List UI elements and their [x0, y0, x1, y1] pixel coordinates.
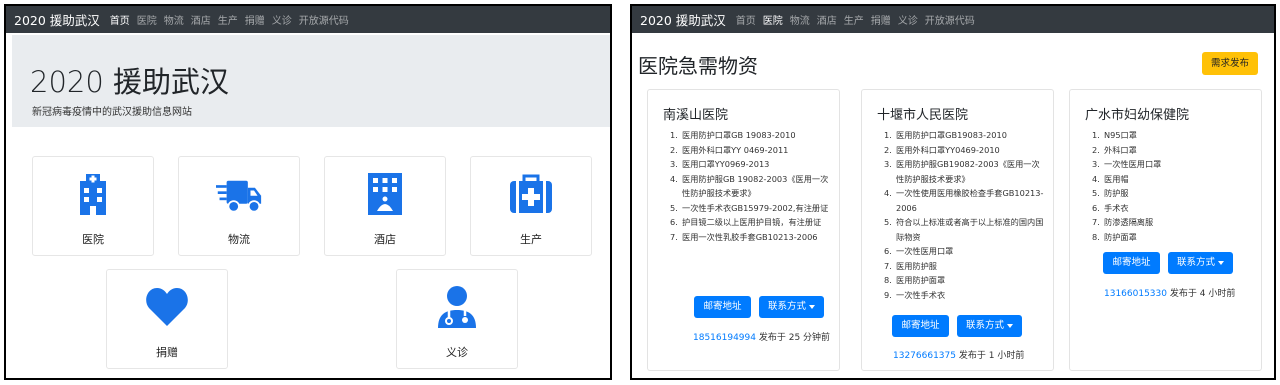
caret-down-icon: [809, 304, 815, 309]
contact-button-label: 联系方式: [767, 301, 806, 312]
category-card-hotel[interactable]: 酒店: [324, 156, 446, 256]
supply-item: 医用一次性乳胶手套GB10213-2006: [670, 230, 818, 244]
category-label: 医院: [82, 233, 104, 246]
supply-item: 医用防护面罩: [884, 273, 946, 287]
nav-production[interactable]: 生产: [844, 12, 864, 27]
supply-item: 一次性医用口罩: [1092, 157, 1162, 171]
hospital-name: 南溪山医院: [663, 108, 729, 123]
supply-item: 手术衣: [1092, 201, 1129, 215]
nav-hotel[interactable]: 酒店: [191, 12, 211, 27]
post-time: 发布于 25 分钟前: [758, 333, 831, 343]
mailing-address-button[interactable]: 邮寄地址: [694, 296, 751, 318]
supply-item: 护目镜二级以上医用护目镜，有注册证: [670, 215, 822, 229]
nav-clinic[interactable]: 义诊: [898, 12, 918, 27]
contact-phone-link[interactable]: 18516194994: [693, 333, 756, 343]
first-aid-kit-icon: [510, 174, 552, 213]
supply-item: 医用防护服: [884, 259, 937, 273]
category-card-clinic[interactable]: 义诊: [396, 269, 518, 369]
supply-item: 符合以上标准或者高于以上标准的国内国际物资: [884, 215, 1044, 242]
contact-dropdown-button[interactable]: 联系方式: [759, 296, 824, 318]
supply-item: 医用帽: [1092, 172, 1129, 186]
category-card-production[interactable]: 生产: [470, 156, 592, 256]
doctor-icon: [438, 286, 476, 328]
nav-home[interactable]: 首页: [110, 12, 130, 27]
nav-donation[interactable]: 捐赠: [245, 12, 265, 27]
nav-hospital[interactable]: 医院: [137, 12, 157, 27]
supply-item: 医用防护口罩GB 19083-2010: [670, 128, 796, 142]
hospital-card: 南溪山医院 医用防护口罩GB 19083-2010 医用外科口罩YY 0469-…: [647, 89, 840, 371]
category-card-donation[interactable]: 捐赠: [106, 269, 228, 369]
hospitals-screenshot: 2020 援助武汉 首页 医院 物流 酒店 生产 捐赠 义诊 开放源代码 医院急…: [630, 4, 1276, 380]
supply-item: 防护服: [1092, 186, 1129, 200]
supply-item: 防护面罩: [1092, 230, 1137, 244]
heart-icon: [146, 288, 188, 326]
supply-item: 一次性使用医用橡胶检查手套GB10213-2006: [884, 186, 1044, 213]
nav-home[interactable]: 首页: [736, 12, 756, 27]
nav-logistics[interactable]: 物流: [790, 12, 810, 27]
supply-item: 一次性手术衣: [884, 288, 946, 302]
supply-item: 医用防护口罩GB19083-2010: [884, 128, 1007, 142]
nav-production[interactable]: 生产: [218, 12, 238, 27]
hospital-card: 十堰市人民医院 医用防护口罩GB19083-2010 医用外科口罩YY0469-…: [861, 89, 1054, 371]
contact-phone-link[interactable]: 13276661375: [893, 351, 956, 361]
hospital-icon: [80, 174, 106, 215]
post-request-button[interactable]: 需求发布: [1202, 52, 1258, 75]
jumbotron-subtitle: 新冠病毒疫情中的武汉援助信息网站: [32, 107, 192, 118]
post-info: 13166015330 发布于 4 小时前: [1104, 286, 1235, 299]
category-label: 酒店: [374, 233, 396, 246]
supply-list: 医用防护口罩GB19083-2010 医用外科口罩YY0469-2010 医用防…: [884, 128, 1046, 302]
nav-open-source[interactable]: 开放源代码: [299, 12, 349, 27]
supply-item: 防渗透隔离服: [1092, 215, 1154, 229]
supply-item: 外科口罩: [1092, 143, 1137, 157]
supply-item: 医用外科口罩YY0469-2010: [884, 143, 1000, 157]
post-info: 18516194994 发布于 25 分钟前: [693, 330, 830, 343]
category-label: 生产: [520, 233, 542, 246]
nav-logistics[interactable]: 物流: [164, 12, 184, 27]
category-label: 义诊: [446, 346, 468, 359]
contact-dropdown-button[interactable]: 联系方式: [957, 315, 1022, 337]
hospital-card: 广水市妇幼保健院 N95口罩 外科口罩 一次性医用口罩 医用帽 防护服 手术衣 …: [1069, 89, 1262, 371]
page-title: 医院急需物资: [638, 54, 758, 78]
caret-down-icon: [1007, 323, 1013, 328]
shipping-truck-icon: [216, 180, 262, 213]
navbar: 2020 援助武汉 首页 医院 物流 酒店 生产 捐赠 义诊 开放源代码: [6, 6, 610, 33]
supply-item: N95口罩: [1092, 128, 1137, 142]
nav-hospital[interactable]: 医院: [763, 12, 783, 27]
supply-list: 医用防护口罩GB 19083-2010 医用外科口罩YY 0469-2011 医…: [670, 128, 832, 244]
nav-hotel[interactable]: 酒店: [817, 12, 837, 27]
contact-phone-link[interactable]: 13166015330: [1104, 289, 1167, 299]
mailing-address-button[interactable]: 邮寄地址: [892, 315, 949, 337]
supply-item: 一次性医用口罩: [884, 244, 954, 258]
post-info: 13276661375 发布于 1 小时前: [893, 348, 1024, 361]
nav-clinic[interactable]: 义诊: [272, 12, 292, 27]
navbar: 2020 援助武汉 首页 医院 物流 酒店 生产 捐赠 义诊 开放源代码: [632, 6, 1274, 33]
hospital-name: 十堰市人民医院: [877, 108, 969, 123]
contact-dropdown-button[interactable]: 联系方式: [1168, 252, 1233, 274]
hospital-name: 广水市妇幼保健院: [1085, 108, 1190, 123]
category-label: 物流: [228, 233, 250, 246]
home-screenshot: 2020 援助武汉 首页 医院 物流 酒店 生产 捐赠 义诊 开放源代码 202…: [4, 4, 612, 380]
supply-item: 医用口罩YY0969-2013: [670, 157, 770, 171]
supply-list: N95口罩 外科口罩 一次性医用口罩 医用帽 防护服 手术衣 防渗透隔离服 防护…: [1092, 128, 1254, 244]
contact-button-label: 联系方式: [1176, 257, 1215, 268]
supply-item: 医用防护服GB 19082-2003《医用一次性防护服技术要求》: [670, 172, 829, 199]
navbar-brand[interactable]: 2020 援助武汉: [14, 10, 100, 29]
contact-button-label: 联系方式: [965, 320, 1004, 331]
navbar-brand[interactable]: 2020 援助武汉: [640, 10, 726, 29]
mailing-address-button[interactable]: 邮寄地址: [1103, 252, 1160, 274]
supply-item: 医用外科口罩YY 0469-2011: [670, 143, 789, 157]
supply-item: 医用防护服GB19082-2003《医用一次性防护服技术要求》: [884, 157, 1040, 184]
category-label: 捐赠: [156, 346, 178, 359]
category-card-logistics[interactable]: 物流: [178, 156, 300, 256]
post-time: 发布于 4 小时前: [1169, 289, 1236, 299]
category-card-hospital[interactable]: 医院: [32, 156, 154, 256]
hotel-icon: [368, 173, 402, 215]
post-time: 发布于 1 小时前: [958, 351, 1025, 361]
caret-down-icon: [1218, 260, 1224, 265]
nav-donation[interactable]: 捐赠: [871, 12, 891, 27]
jumbotron: 2020 援助武汉 新冠病毒疫情中的武汉援助信息网站: [12, 35, 610, 127]
nav-open-source[interactable]: 开放源代码: [925, 12, 975, 27]
jumbotron-title: 2020 援助武汉: [30, 65, 230, 99]
supply-item: 一次性手术衣GB15979-2002,有注册证: [670, 201, 829, 215]
